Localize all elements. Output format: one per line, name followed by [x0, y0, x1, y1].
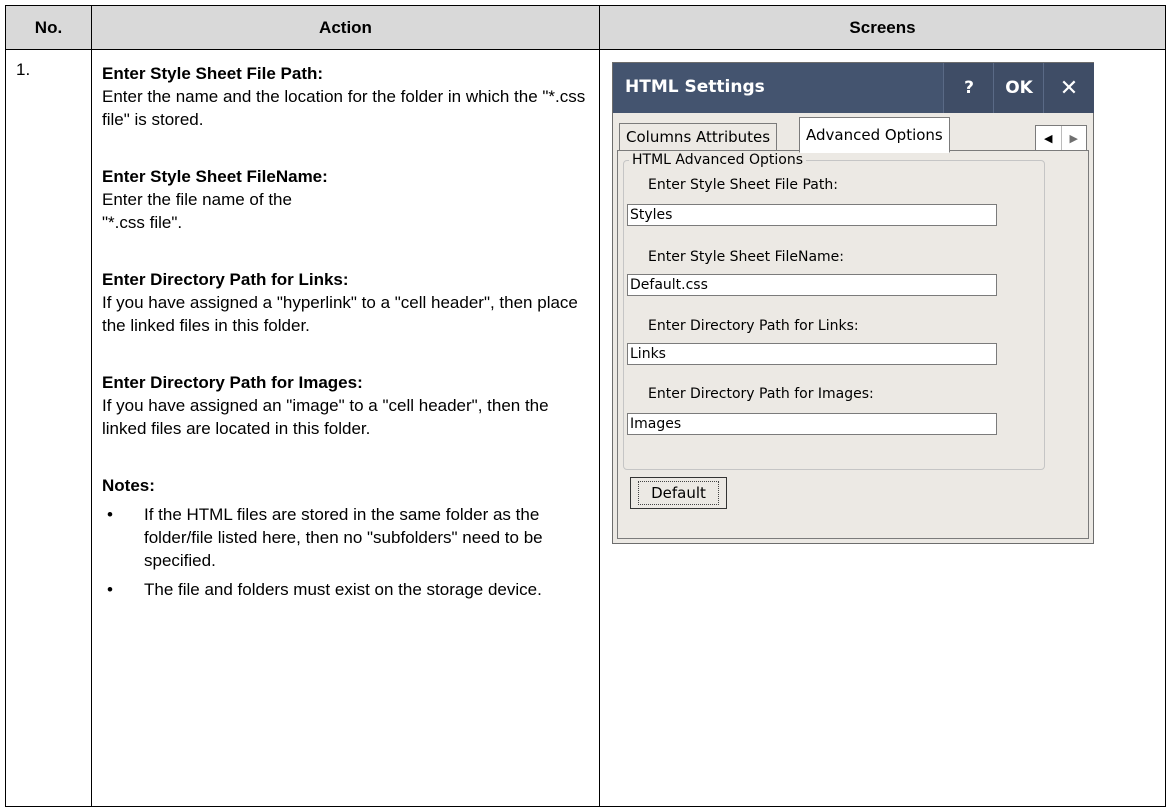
ok-button[interactable]: OK — [993, 63, 1044, 113]
close-button[interactable]: ✕ — [1043, 63, 1094, 113]
group-title: HTML Advanced Options — [629, 152, 807, 168]
tab-scroll-arrows: ◀ ▶ — [1035, 125, 1087, 151]
style-sheet-filename-input[interactable]: Default.css — [627, 274, 997, 296]
instruction-table: No. Action Screens 1. Enter Style Sheet … — [5, 5, 1166, 807]
label-style-sheet-filename: Enter Style Sheet FileName: — [648, 249, 845, 265]
table-header-row: No. Action Screens — [5, 5, 1166, 50]
section-text-file-name-2: "*.css file". — [102, 213, 183, 232]
tab-columns-attributes[interactable]: Columns Attributes — [619, 123, 778, 152]
links-path-input[interactable]: Links — [627, 343, 997, 365]
list-item: • The file and folders must exist on the … — [102, 578, 589, 601]
section-title-file-name: Enter Style Sheet FileName: — [102, 167, 328, 186]
screens-cell: HTML Settings ? OK ✕ Columns Attributes … — [599, 49, 1166, 807]
label-images-path: Enter Directory Path for Images: — [648, 386, 874, 402]
default-button-label: Default — [638, 481, 719, 505]
help-button[interactable]: ? — [943, 63, 994, 113]
notes-list: • If the HTML files are stored in the sam… — [102, 503, 589, 601]
table-row: 1. Enter Style Sheet File Path: Enter th… — [5, 49, 1166, 807]
tab-pane: HTML Advanced Options Enter Style Sheet … — [617, 150, 1089, 539]
arrow-right-icon[interactable]: ▶ — [1060, 126, 1086, 150]
html-settings-dialog: HTML Settings ? OK ✕ Columns Attributes … — [612, 62, 1094, 544]
dialog-titlebar: HTML Settings ? OK ✕ — [613, 63, 1094, 113]
step-number: 1. — [5, 49, 92, 807]
tab-advanced-options[interactable]: Advanced Options — [799, 117, 950, 153]
label-links-path: Enter Directory Path for Links: — [648, 318, 859, 334]
header-action: Action — [91, 5, 600, 50]
images-path-input[interactable]: Images — [627, 413, 997, 435]
dialog-title: HTML Settings — [625, 77, 765, 97]
bullet-icon: • — [107, 580, 113, 599]
header-screens: Screens — [599, 5, 1166, 50]
section-text-file-name-1: Enter the file name of the — [102, 190, 292, 209]
section-text-images: If you have assigned an "image" to a "ce… — [102, 396, 549, 438]
section-title-links: Enter Directory Path for Links: — [102, 270, 349, 289]
bullet-icon: • — [107, 505, 113, 524]
advanced-options-group: HTML Advanced Options Enter Style Sheet … — [623, 152, 1045, 470]
arrow-left-icon[interactable]: ◀ — [1036, 126, 1061, 150]
header-no: No. — [5, 5, 92, 50]
note-text: If the HTML files are stored in the same… — [144, 505, 543, 570]
notes-title: Notes: — [102, 476, 155, 495]
style-sheet-path-input[interactable]: Styles — [627, 204, 997, 226]
default-button[interactable]: Default — [630, 477, 727, 509]
tab-strip: Columns Attributes Advanced Options ◀ ▶ — [613, 113, 1093, 153]
action-cell: Enter Style Sheet File Path: Enter the n… — [91, 49, 600, 807]
list-item: • If the HTML files are stored in the sam… — [102, 503, 589, 572]
note-text: The file and folders must exist on the s… — [144, 580, 542, 599]
section-title-images: Enter Directory Path for Images: — [102, 373, 363, 392]
label-style-sheet-path: Enter Style Sheet File Path: — [648, 177, 838, 193]
section-title-file-path: Enter Style Sheet File Path: — [102, 64, 324, 83]
section-text-links: If you have assigned a "hyperlink" to a … — [102, 293, 578, 335]
section-text-file-path: Enter the name and the location for the … — [102, 87, 586, 129]
